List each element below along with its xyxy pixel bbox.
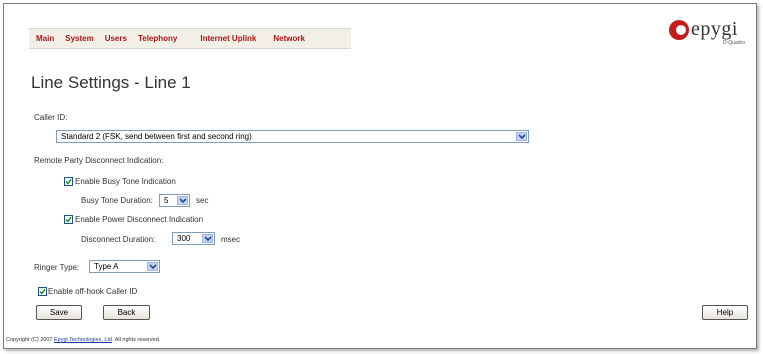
busy-tone-duration-label: Busy Tone Duration: xyxy=(81,196,153,205)
menu-item-network[interactable]: Network xyxy=(273,34,305,43)
ringer-type-value: Type A xyxy=(94,262,119,271)
chevron-down-icon xyxy=(177,196,188,205)
busy-tone-checkbox[interactable] xyxy=(64,177,73,186)
power-disconnect-check-label: Enable Power Disconnect Indication xyxy=(75,215,204,224)
caller-id-select-value: Standard 2 (FSK, send between first and … xyxy=(61,132,252,141)
busy-tone-check-label: Enable Busy Tone Indication xyxy=(75,177,176,186)
back-button[interactable]: Back xyxy=(103,305,150,320)
menu-item-users[interactable]: Users xyxy=(105,34,127,43)
menu-item-main[interactable]: Main xyxy=(36,34,54,43)
window-frame xyxy=(3,3,757,349)
offhook-caller-id-checkbox[interactable] xyxy=(38,287,47,296)
offhook-caller-id-label: Enable off-hook Caller ID xyxy=(48,287,138,296)
ringer-type-label: Ringer Type: xyxy=(34,263,80,272)
footer-suffix: . All rights reserved. xyxy=(112,337,161,343)
disconnect-duration-select[interactable]: 300 xyxy=(172,232,215,245)
menu-item-internet-uplink[interactable]: Internet Uplink xyxy=(200,34,256,43)
main-menu-bar: Main System Users Telephony Internet Upl… xyxy=(29,28,351,49)
menu-item-telephony[interactable]: Telephony xyxy=(138,34,177,43)
logo-sub-text: D-Quadro xyxy=(723,40,745,46)
busy-tone-unit: sec xyxy=(196,196,209,205)
copyright-footer: Copyright (C) 2007 Epygi Technologies, L… xyxy=(6,337,160,343)
busy-tone-duration-select[interactable]: 5 xyxy=(159,194,190,207)
epygi-logo: epygi D-Quadro xyxy=(667,16,757,48)
menu-item-system[interactable]: System xyxy=(65,34,93,43)
disconnect-duration-unit: msec xyxy=(221,235,241,244)
disconnect-duration-value: 300 xyxy=(177,234,191,243)
disconnect-duration-label: Disconnect Duration: xyxy=(81,235,156,244)
company-link[interactable]: Epygi Technologies, Ltd xyxy=(54,337,112,343)
caller-id-select[interactable]: Standard 2 (FSK, send between first and … xyxy=(56,130,529,143)
power-disconnect-checkbox[interactable] xyxy=(64,215,73,224)
footer-prefix: Copyright (C) 2007 xyxy=(6,337,53,343)
chevron-down-icon xyxy=(516,132,527,141)
page-title: Line Settings - Line 1 xyxy=(31,73,191,92)
busy-tone-duration-value: 5 xyxy=(164,196,169,205)
logo-swirl-icon xyxy=(669,20,689,40)
chevron-down-icon xyxy=(202,234,213,243)
remote-disconnect-label: Remote Party Disconnect Indication: xyxy=(34,156,164,165)
chevron-down-icon xyxy=(147,262,158,271)
logo-brand-text: epygi xyxy=(691,18,738,40)
help-button[interactable]: Help xyxy=(702,305,748,320)
ringer-type-select[interactable]: Type A xyxy=(89,260,160,273)
save-button[interactable]: Save xyxy=(36,305,82,320)
caller-id-label: Caller ID: xyxy=(34,113,68,122)
